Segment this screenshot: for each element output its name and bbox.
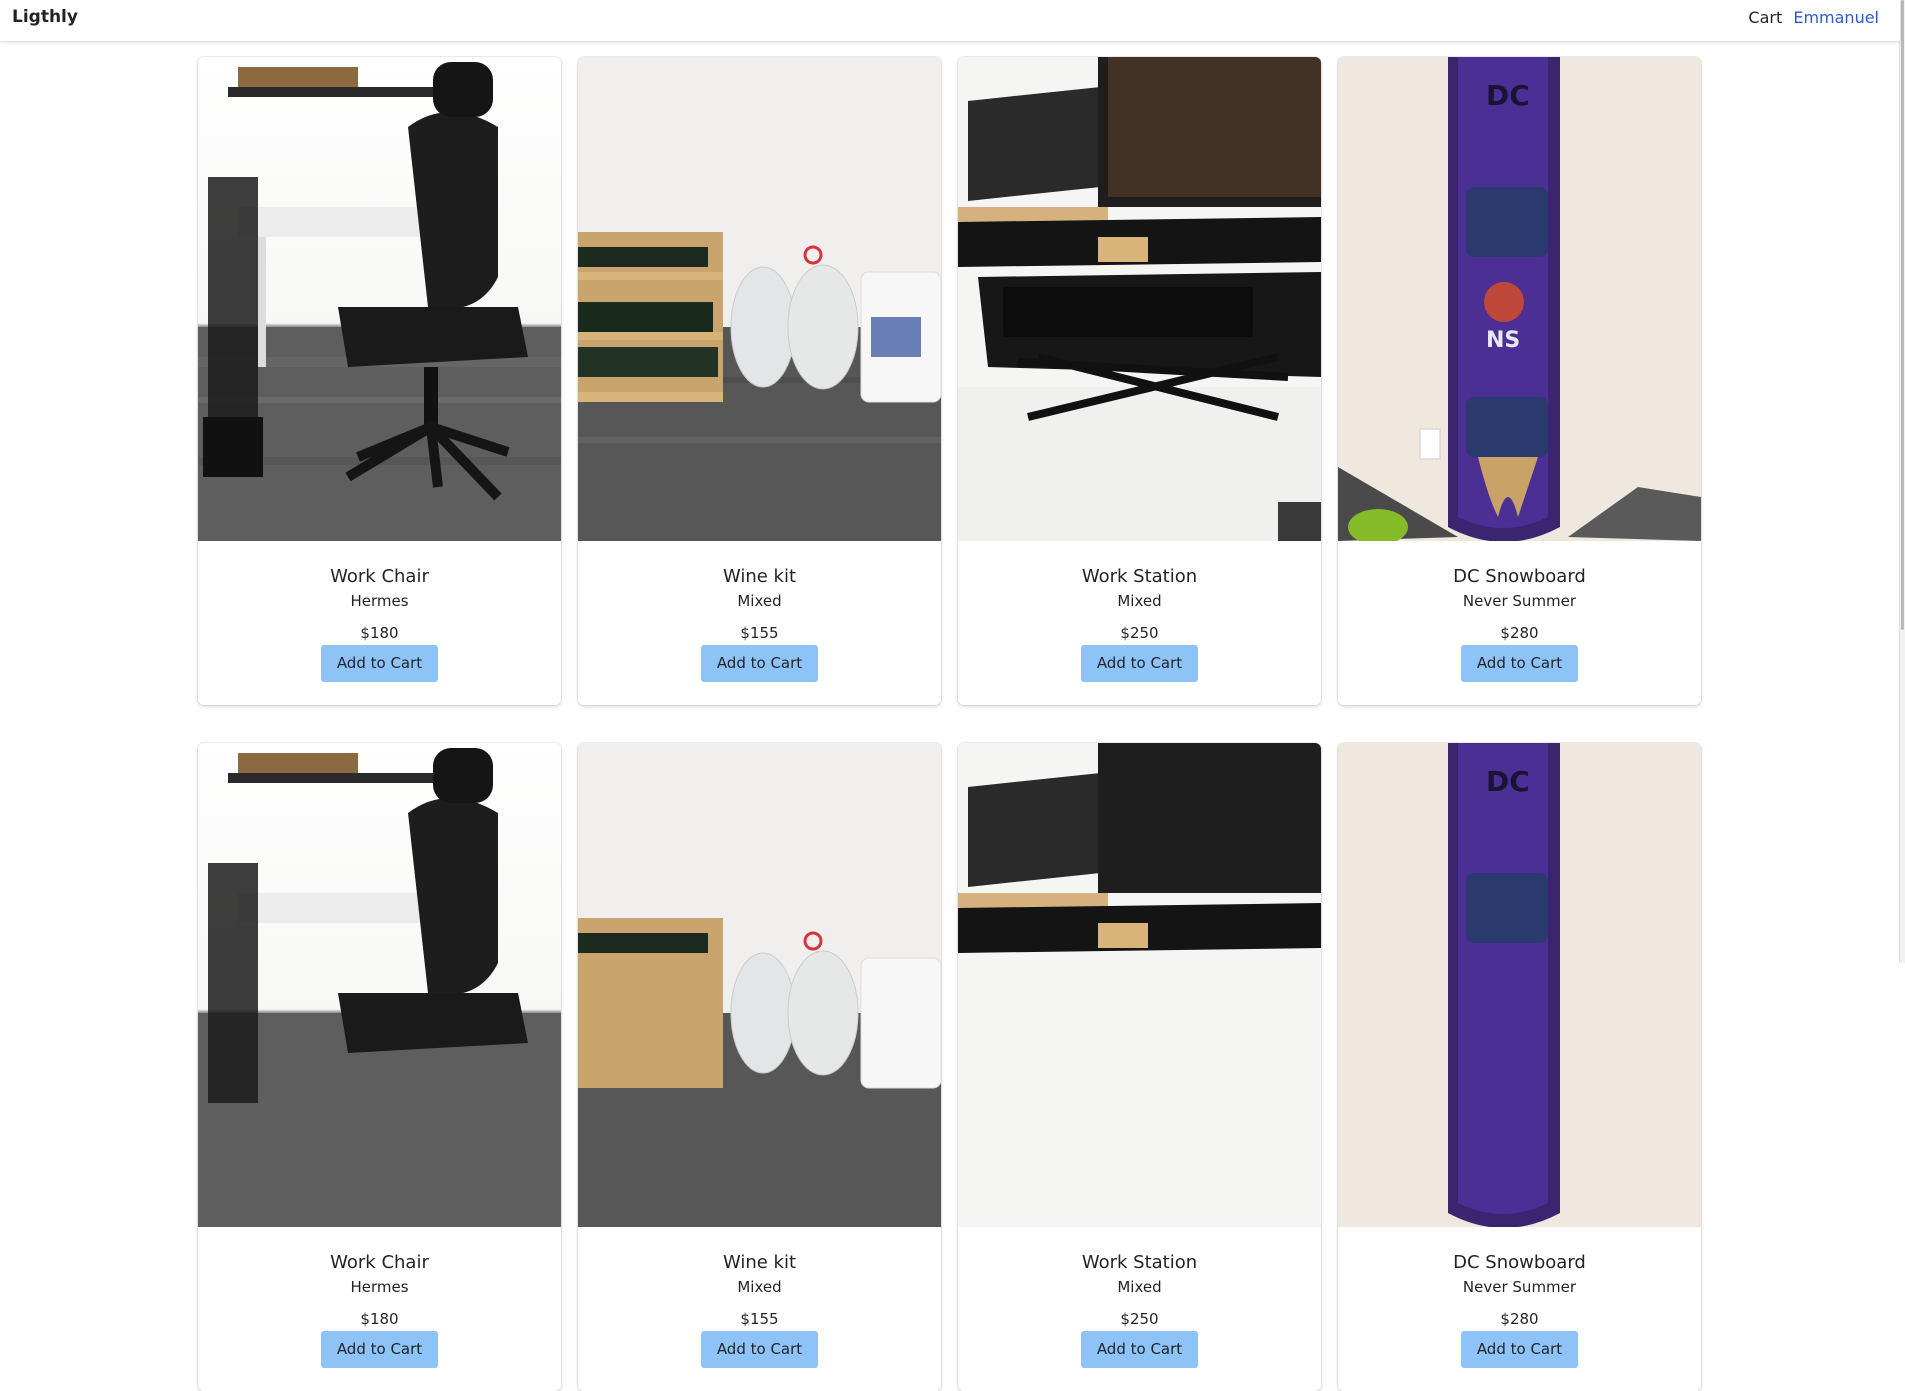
- product-price: $180: [360, 624, 399, 642]
- office-chair-photo: [198, 748, 561, 1227]
- product-image-work-station[interactable]: [958, 743, 1321, 1227]
- svg-text:DC: DC: [1486, 79, 1530, 112]
- product-title: Wine kit: [722, 566, 797, 587]
- product-title: Wine kit: [722, 1252, 797, 1273]
- add-to-cart-button[interactable]: Add to Cart: [1080, 1331, 1199, 1368]
- product-card: Work Station Mixed $250 Add to Cart: [958, 743, 1321, 1391]
- work-station-photo: [958, 743, 1321, 1227]
- product-image-snowboard[interactable]: DC NS: [1338, 57, 1701, 541]
- product-brand: Mixed: [1117, 1278, 1162, 1296]
- card-body: Work Chair Hermes $180 Add to Cart: [198, 541, 561, 682]
- card-body: Wine kit Mixed $155 Add to Cart: [578, 541, 941, 682]
- add-to-cart-button[interactable]: Add to Cart: [1460, 1331, 1579, 1368]
- nav-links: Cart Emmanuel: [1742, 8, 1879, 27]
- product-grid: Work Chair Hermes $180 Add to Cart Wine …: [198, 57, 1702, 1391]
- card-body: Work Station Mixed $250 Add to Cart: [958, 1227, 1321, 1368]
- product-price: $280: [1500, 624, 1539, 642]
- product-title: DC Snowboard: [1453, 1252, 1586, 1273]
- office-chair-photo: [198, 62, 561, 541]
- brand-logo[interactable]: Ligthly: [12, 7, 78, 27]
- card-body: Work Chair Hermes $180 Add to Cart: [198, 1227, 561, 1368]
- product-brand: Hermes: [350, 1278, 409, 1296]
- add-to-cart-button[interactable]: Add to Cart: [1080, 645, 1199, 682]
- product-image-wine-kit[interactable]: [578, 743, 941, 1227]
- svg-text:NS: NS: [1486, 328, 1520, 353]
- product-image-snowboard[interactable]: DC: [1338, 743, 1701, 1227]
- product-price: $250: [1120, 624, 1159, 642]
- card-body: DC Snowboard Never Summer $280 Add to Ca…: [1338, 1227, 1701, 1368]
- product-price: $155: [740, 624, 779, 642]
- product-card: DC NS DC Snowboard Never Summer $280 Add…: [1338, 57, 1701, 705]
- product-card: DC DC Snowboard Never Summer $280 Add to…: [1338, 743, 1701, 1391]
- product-card: Work Chair Hermes $180 Add to Cart: [198, 57, 561, 705]
- product-title: Work Station: [1081, 1252, 1198, 1273]
- product-image-office-chair[interactable]: [198, 743, 561, 1227]
- product-title: Work Chair: [330, 1252, 429, 1273]
- add-to-cart-button[interactable]: Add to Cart: [1460, 645, 1579, 682]
- product-title: DC Snowboard: [1453, 566, 1586, 587]
- product-card: Wine kit Mixed $155 Add to Cart: [578, 743, 941, 1391]
- card-body: DC Snowboard Never Summer $280 Add to Ca…: [1338, 541, 1701, 682]
- cart-link[interactable]: Cart: [1748, 8, 1782, 27]
- product-price: $250: [1120, 1310, 1159, 1328]
- svg-text:DC: DC: [1486, 765, 1530, 798]
- user-menu-link[interactable]: Emmanuel: [1793, 8, 1879, 27]
- top-navbar: Ligthly Cart Emmanuel: [0, 0, 1900, 41]
- product-brand: Mixed: [737, 592, 782, 610]
- product-image-office-chair[interactable]: [198, 57, 561, 541]
- card-body: Wine kit Mixed $155 Add to Cart: [578, 1227, 941, 1368]
- wine-kit-photo: [578, 57, 941, 541]
- product-brand: Hermes: [350, 592, 409, 610]
- product-price: $180: [360, 1310, 399, 1328]
- product-card: Wine kit Mixed $155 Add to Cart: [578, 57, 941, 705]
- work-station-photo: [958, 57, 1321, 541]
- product-price: $280: [1500, 1310, 1539, 1328]
- product-price: $155: [740, 1310, 779, 1328]
- product-image-work-station[interactable]: [958, 57, 1321, 541]
- page-scrollbar[interactable]: [1899, 0, 1905, 963]
- product-brand: Never Summer: [1462, 592, 1577, 610]
- product-brand: Mixed: [1117, 592, 1162, 610]
- product-title: Work Station: [1081, 566, 1198, 587]
- snowboard-photo: DC: [1338, 743, 1701, 1227]
- product-brand: Mixed: [737, 1278, 782, 1296]
- add-to-cart-button[interactable]: Add to Cart: [320, 1331, 439, 1368]
- product-card: Work Station Mixed $250 Add to Cart: [958, 57, 1321, 705]
- card-body: Work Station Mixed $250 Add to Cart: [958, 541, 1321, 682]
- add-to-cart-button[interactable]: Add to Cart: [700, 1331, 819, 1368]
- add-to-cart-button[interactable]: Add to Cart: [320, 645, 439, 682]
- product-title: Work Chair: [330, 566, 429, 587]
- product-card: Work Chair Hermes $180 Add to Cart: [198, 743, 561, 1391]
- scrollbar-thumb[interactable]: [1901, 0, 1904, 630]
- add-to-cart-button[interactable]: Add to Cart: [700, 645, 819, 682]
- product-brand: Never Summer: [1462, 1278, 1577, 1296]
- snowboard-photo: DC NS: [1338, 57, 1701, 541]
- product-image-wine-kit[interactable]: [578, 57, 941, 541]
- wine-kit-photo: [578, 743, 941, 1227]
